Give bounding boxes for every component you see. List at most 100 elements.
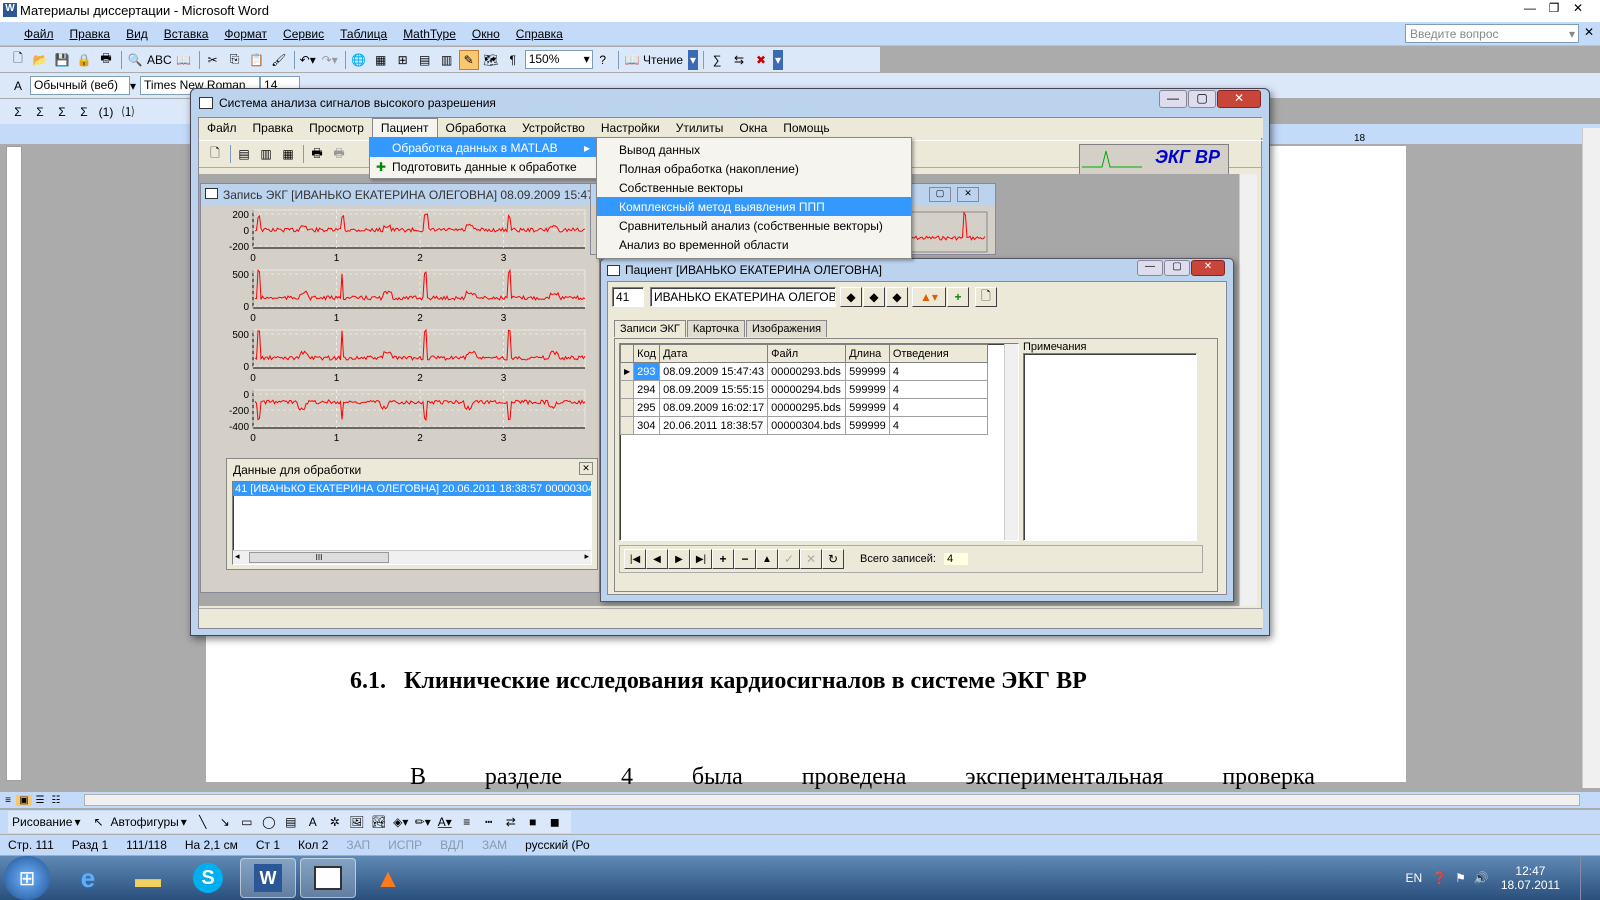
textbox-icon[interactable]: ▤ xyxy=(281,812,301,832)
draw-menu[interactable]: Рисование xyxy=(12,815,72,829)
table-cell[interactable]: 294 xyxy=(633,380,661,399)
permission-icon[interactable]: 🔒 xyxy=(74,50,94,70)
tables-borders-icon[interactable]: ▦ xyxy=(371,50,391,70)
clipart-icon[interactable]: 🖼 xyxy=(347,812,367,832)
insert-record-icon[interactable]: + xyxy=(712,549,734,569)
app-menu-6[interactable]: Настройки xyxy=(593,118,668,138)
skype-icon[interactable]: S xyxy=(180,858,236,898)
horizontal-scrollbar[interactable] xyxy=(84,794,1580,806)
sum-icon[interactable]: Σ xyxy=(8,102,28,122)
ecg2-restore-button[interactable]: ▢ xyxy=(929,187,951,202)
numbering-icon[interactable]: (1) xyxy=(96,102,116,122)
table-cell[interactable]: 599999 xyxy=(845,362,890,381)
column-header[interactable]: Отведения xyxy=(888,344,988,363)
submenu-item[interactable]: Обработка данных в MATLAB ▸ xyxy=(370,138,596,157)
line-icon[interactable]: ╲ xyxy=(193,812,213,832)
table-cell[interactable]: 00000294.bds xyxy=(767,380,847,399)
close-button[interactable]: ✕ xyxy=(1566,1,1590,15)
copy-icon[interactable]: ⎘ xyxy=(225,50,245,70)
print-app-icon[interactable]: 🖶 xyxy=(307,144,327,164)
rectangle-icon[interactable]: ▭ xyxy=(237,812,257,832)
notes-field[interactable] xyxy=(1023,353,1197,541)
new-doc-icon[interactable]: 🗋 xyxy=(8,50,28,70)
patient-close-button[interactable]: ✕ xyxy=(1191,260,1225,276)
word-menu-3[interactable]: Вставка xyxy=(156,24,217,44)
3d-icon[interactable]: ◼ xyxy=(545,812,565,832)
table-cell[interactable]: 00000293.bds xyxy=(767,362,847,381)
open-icon[interactable]: 📂 xyxy=(30,50,50,70)
vertical-scrollbar[interactable] xyxy=(1582,128,1600,788)
matlab-menu-item[interactable]: Анализ во временной области xyxy=(597,235,911,254)
delete-record-icon[interactable]: − xyxy=(734,549,756,569)
spelling-icon[interactable]: ABC xyxy=(147,50,172,70)
prev-record-icon[interactable]: ◀ xyxy=(646,549,668,569)
show-desktop-button[interactable] xyxy=(1580,856,1592,900)
ecg-app-taskbar-icon[interactable] xyxy=(300,858,356,898)
hyperlink-icon[interactable]: 🌐 xyxy=(349,50,369,70)
show-hide-icon[interactable]: ¶ xyxy=(503,50,523,70)
table-cell[interactable]: 599999 xyxy=(845,380,890,399)
column-header[interactable]: Файл xyxy=(767,344,847,363)
app-vscroll[interactable] xyxy=(1239,174,1257,606)
zoom-select[interactable]: 150% ▾ xyxy=(524,50,593,69)
volume-tray-icon[interactable]: 🔊 xyxy=(1474,871,1489,885)
shadow-icon[interactable]: ■ xyxy=(523,812,543,832)
data-list[interactable]: 41 [ИВАНЬКО ЕКАТЕРИНА ОЛЕГОВНА] 20.06.20… xyxy=(232,481,592,565)
app-maximize-button[interactable]: ▢ xyxy=(1188,90,1216,108)
app-close-button[interactable]: ✕ xyxy=(1217,90,1261,108)
insert-excel-icon[interactable]: ▤ xyxy=(415,50,435,70)
outline-view-icon[interactable]: ☷ xyxy=(48,795,64,806)
table-cell[interactable]: 00000295.bds xyxy=(767,398,847,417)
table-cell[interactable]: 08.09.2009 15:55:15 xyxy=(659,380,769,399)
patient-tab[interactable]: Изображения xyxy=(745,319,828,337)
wordart-icon[interactable]: A xyxy=(303,812,323,832)
word-menu-9[interactable]: Справка xyxy=(508,24,571,44)
research-icon[interactable]: 📖 xyxy=(174,50,194,70)
matlab-menu-item[interactable]: Сравнительный анализ (собственные вектор… xyxy=(597,216,911,235)
select-objects-icon[interactable]: ↖ xyxy=(88,812,108,832)
tile-v-icon[interactable]: ▦ xyxy=(278,144,298,164)
web-view-icon[interactable]: ▣ xyxy=(16,794,32,806)
app-menu-2[interactable]: Просмотр xyxy=(301,118,372,138)
save-icon[interactable]: 💾 xyxy=(52,50,72,70)
app-menu-8[interactable]: Окна xyxy=(731,118,775,138)
compare-icon[interactable]: ⇆ xyxy=(729,50,749,70)
autoshapes-menu[interactable]: Автофигуры xyxy=(110,815,178,829)
word-menu-6[interactable]: Таблица xyxy=(332,24,395,44)
table-cell[interactable]: 295 xyxy=(633,398,661,417)
table-cell[interactable]: 599999 xyxy=(845,416,890,435)
format-painter-icon[interactable]: 🖌 xyxy=(269,50,289,70)
arrow-style-icon[interactable]: ⇄ xyxy=(501,812,521,832)
normal-view-icon[interactable]: ≡ xyxy=(0,795,16,806)
matlab-menu-item[interactable]: Полная обработка (накопление) xyxy=(597,159,911,178)
table-row[interactable]: ▶ 293 08.09.2009 15:47:43 00000293.bds 59999… xyxy=(620,362,988,381)
patient-record3-icon[interactable]: ◆ xyxy=(886,287,908,307)
app-menu-5[interactable]: Устройство xyxy=(514,118,593,138)
help-icon[interactable]: ? xyxy=(593,50,613,70)
tile-h-icon[interactable]: ▥ xyxy=(256,144,276,164)
word-menu-0[interactable]: Файл xyxy=(16,24,62,44)
columns-icon[interactable]: ▥ xyxy=(437,50,457,70)
paste-icon[interactable]: 📋 xyxy=(247,50,267,70)
line-color-icon[interactable]: ✏▾ xyxy=(413,812,433,832)
app-menu-4[interactable]: Обработка xyxy=(438,118,515,138)
column-header[interactable]: Дата xyxy=(659,344,769,363)
dash-style-icon[interactable]: ┅ xyxy=(479,812,499,832)
new-record-icon[interactable]: 🗋 xyxy=(205,144,225,164)
matlab-menu-item[interactable]: Комплексный метод выявления ППП xyxy=(597,197,911,216)
refresh-record-icon[interactable]: ↻ xyxy=(822,549,844,569)
read-button[interactable]: 📖 Чтение xyxy=(622,50,686,70)
chapter-icon[interactable]: ⑴ xyxy=(118,102,138,122)
edit-record-icon[interactable]: ▲ xyxy=(756,549,778,569)
app-menu-1[interactable]: Правка xyxy=(245,118,302,138)
table-cell[interactable]: 20.06.2011 18:38:57 xyxy=(659,416,769,435)
column-header[interactable]: Код xyxy=(633,344,661,363)
matlab-menu-item[interactable]: Собственные векторы xyxy=(597,178,911,197)
explorer-icon[interactable]: ▬ xyxy=(120,858,176,898)
data-list-item[interactable]: 41 [ИВАНЬКО ЕКАТЕРИНА ОЛЕГОВНА] 20.06.20… xyxy=(233,482,591,496)
app-menu-7[interactable]: Утилиты xyxy=(668,118,732,138)
word-taskbar-icon[interactable]: W xyxy=(240,858,296,898)
app-menu-3[interactable]: Пациент xyxy=(371,118,438,138)
mathtype-icon[interactable]: ∑ xyxy=(707,50,727,70)
new-patient-doc-icon[interactable]: 🗋 xyxy=(975,287,997,307)
